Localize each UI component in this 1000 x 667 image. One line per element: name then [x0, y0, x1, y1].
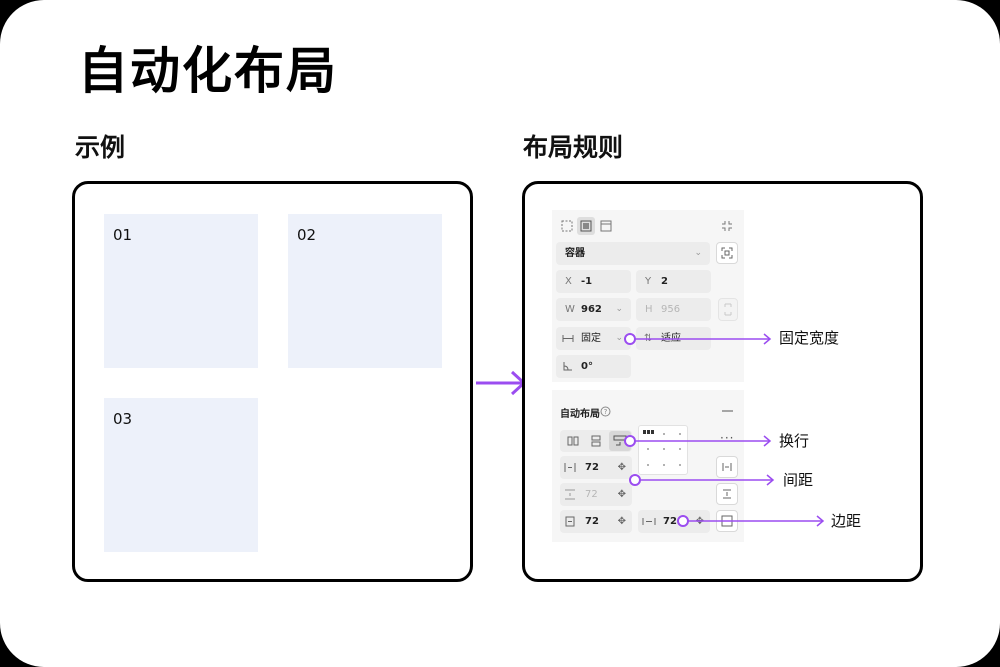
layout-item-label: 03: [113, 410, 133, 428]
page-title: 自动化布局: [78, 42, 338, 100]
vertical-padding-field[interactable]: 72 ✥: [560, 510, 632, 533]
fixed-width-callout-label: 固定宽度: [779, 329, 840, 347]
vertical-direction-icon[interactable]: [589, 434, 603, 448]
horizontal-gap-field[interactable]: 72 ✥: [560, 456, 632, 479]
padding-callout-label: 边距: [831, 512, 862, 530]
spacing-callout-label: 间距: [783, 471, 814, 489]
x-label: X: [565, 276, 572, 287]
rotation-value: 0°: [581, 361, 593, 372]
h-value: 956: [661, 304, 681, 315]
remove-auto-layout-icon[interactable]: [722, 410, 733, 413]
y-field[interactable]: Y 2: [636, 270, 711, 293]
h-label: H: [645, 304, 653, 315]
layout-item-label: 02: [297, 226, 317, 244]
layout-item-02[interactable]: 02: [288, 214, 442, 368]
padding-callout-arrow: [677, 515, 825, 527]
layout-item-label: 01: [113, 226, 133, 244]
vertical-padding-value: 72: [585, 516, 599, 527]
help-icon[interactable]: ?: [600, 406, 611, 417]
collapse-icon[interactable]: [721, 220, 733, 232]
wrap-callout-arrow: [624, 435, 772, 447]
frame-fill-icon: [580, 220, 592, 232]
rotation-field[interactable]: 0°: [556, 355, 631, 378]
example-section-label: 示例: [75, 133, 126, 162]
vertical-gap-icon: [565, 489, 575, 500]
w-value: 962: [581, 304, 602, 315]
container-select-value: 容器: [565, 248, 585, 259]
window-icon[interactable]: [600, 220, 612, 232]
link-icon: [724, 303, 732, 316]
auto-layout-title: 自动布局: [560, 409, 600, 420]
vertical-padding-icon: [565, 516, 575, 527]
width-field[interactable]: W 962 ⌄: [556, 298, 631, 321]
y-value: 2: [661, 276, 668, 287]
fixed-width-callout-arrow: [624, 333, 772, 345]
layout-rules-section-label: 布局规则: [523, 133, 624, 162]
wrap-callout-label: 换行: [779, 432, 810, 450]
alignment-dot[interactable]: [679, 464, 681, 466]
frame-select-icon[interactable]: [561, 220, 573, 232]
alignment-dot[interactable]: [663, 464, 665, 466]
chevron-down-icon: ⌄: [694, 248, 702, 258]
svg-text:?: ?: [604, 408, 608, 416]
example-frame: 01 02 03: [72, 181, 473, 582]
angle-icon: [563, 362, 572, 371]
constrain-proportions-button[interactable]: [718, 298, 738, 321]
x-field[interactable]: X -1: [556, 270, 631, 293]
page: 自动化布局 示例 布局规则 01 02 03 容器 ⌄ X -1 Y 2 W 9…: [0, 0, 1000, 667]
frame-fill-tab[interactable]: [577, 217, 595, 235]
layout-item-01[interactable]: 01: [104, 214, 258, 368]
fixed-width-icon: [562, 335, 574, 342]
fit-frame-icon: [721, 247, 733, 259]
fit-content-button[interactable]: [716, 242, 738, 264]
layout-item-03[interactable]: 03: [104, 398, 258, 552]
vertical-gap-field[interactable]: 72 ✥: [560, 483, 632, 506]
container-select[interactable]: 容器 ⌄: [556, 242, 710, 265]
height-field[interactable]: H 956: [636, 298, 711, 321]
horizontal-padding-icon: [642, 518, 656, 525]
horizontal-direction-icon[interactable]: [566, 434, 580, 448]
y-label: Y: [645, 276, 652, 287]
w-label: W: [565, 304, 575, 315]
horizontal-gap-value: 72: [585, 462, 599, 473]
x-value: -1: [581, 276, 593, 287]
spacing-callout-arrow: [629, 474, 775, 486]
alignment-dot[interactable]: [647, 464, 649, 466]
move-icon[interactable]: ✥: [618, 510, 626, 533]
vertical-gap-value: 72: [585, 489, 598, 500]
width-mode-value: 固定: [581, 333, 601, 344]
horizontal-gap-icon: [564, 463, 576, 472]
chevron-down-icon: ⌄: [615, 304, 623, 314]
